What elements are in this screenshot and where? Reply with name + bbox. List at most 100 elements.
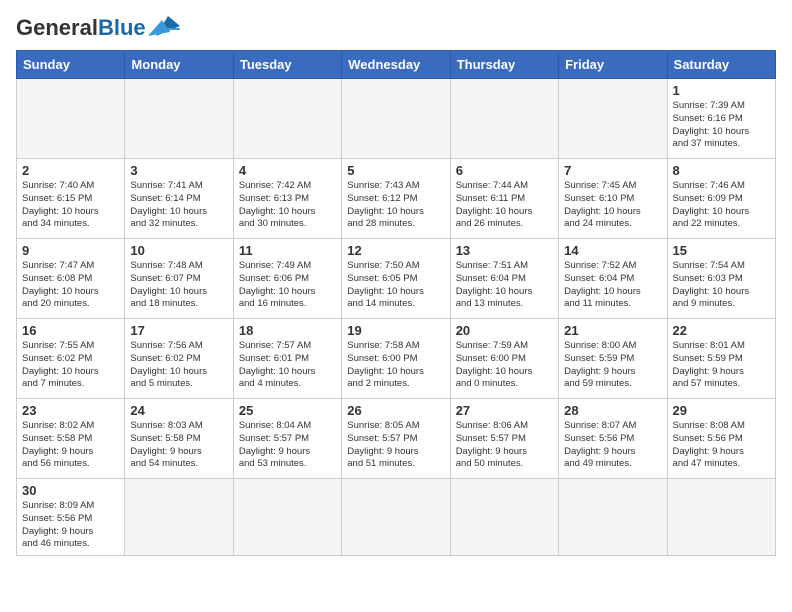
calendar-cell: 25 Sunrise: 8:04 AM Sunset: 5:57 PM Dayli… xyxy=(233,399,341,479)
day-number: 22 xyxy=(673,323,770,338)
calendar-row: 9 Sunrise: 7:47 AM Sunset: 6:08 PM Daylig… xyxy=(17,239,776,319)
logo-general: General xyxy=(16,15,98,40)
day-info: Sunrise: 7:57 AM Sunset: 6:01 PM Dayligh… xyxy=(239,340,336,391)
calendar-row: 30 Sunrise: 8:09 AM Sunset: 5:56 PM Dayli… xyxy=(17,479,776,556)
weekday-header-row: SundayMondayTuesdayWednesdayThursdayFrid… xyxy=(17,51,776,79)
weekday-header-tuesday: Tuesday xyxy=(233,51,341,79)
day-number: 6 xyxy=(456,163,553,178)
weekday-header-sunday: Sunday xyxy=(17,51,125,79)
day-number: 27 xyxy=(456,403,553,418)
day-info: Sunrise: 8:09 AM Sunset: 5:56 PM Dayligh… xyxy=(22,500,119,551)
day-number: 16 xyxy=(22,323,119,338)
calendar-cell: 22 Sunrise: 8:01 AM Sunset: 5:59 PM Dayli… xyxy=(667,319,775,399)
day-number: 2 xyxy=(22,163,119,178)
calendar-cell: 8Sunrise: 7:46 AM Sunset: 6:09 PM Daylig… xyxy=(667,159,775,239)
day-info: Sunrise: 7:56 AM Sunset: 6:02 PM Dayligh… xyxy=(130,340,227,391)
calendar-cell xyxy=(450,479,558,556)
calendar-cell: 19Sunrise: 7:58 AM Sunset: 6:00 PM Dayli… xyxy=(342,319,450,399)
calendar-cell: 9 Sunrise: 7:47 AM Sunset: 6:08 PM Daylig… xyxy=(17,239,125,319)
calendar-cell: 1Sunrise: 7:39 AM Sunset: 6:16 PM Daylig… xyxy=(667,79,775,159)
calendar-row: 16Sunrise: 7:55 AM Sunset: 6:02 PM Dayli… xyxy=(17,319,776,399)
calendar-row: 23 Sunrise: 8:02 AM Sunset: 5:58 PM Dayli… xyxy=(17,399,776,479)
calendar-cell: 16Sunrise: 7:55 AM Sunset: 6:02 PM Dayli… xyxy=(17,319,125,399)
calendar-cell: 4Sunrise: 7:42 AM Sunset: 6:13 PM Daylig… xyxy=(233,159,341,239)
logo: GeneralBlue xyxy=(16,16,184,40)
calendar-cell: 10 Sunrise: 7:48 AM Sunset: 6:07 PM Dayli… xyxy=(125,239,233,319)
calendar-cell xyxy=(342,479,450,556)
calendar-cell: 3Sunrise: 7:41 AM Sunset: 6:14 PM Daylig… xyxy=(125,159,233,239)
day-info: Sunrise: 7:43 AM Sunset: 6:12 PM Dayligh… xyxy=(347,180,444,231)
calendar-cell: 21 Sunrise: 8:00 AM Sunset: 5:59 PM Dayli… xyxy=(559,319,667,399)
calendar-cell xyxy=(233,479,341,556)
weekday-header-thursday: Thursday xyxy=(450,51,558,79)
calendar-cell xyxy=(559,79,667,159)
day-number: 19 xyxy=(347,323,444,338)
calendar-row: 1Sunrise: 7:39 AM Sunset: 6:16 PM Daylig… xyxy=(17,79,776,159)
calendar-cell: 27 Sunrise: 8:06 AM Sunset: 5:57 PM Dayli… xyxy=(450,399,558,479)
day-number: 30 xyxy=(22,483,119,498)
calendar-cell: 11 Sunrise: 7:49 AM Sunset: 6:06 PM Dayli… xyxy=(233,239,341,319)
calendar-cell xyxy=(125,479,233,556)
day-info: Sunrise: 7:50 AM Sunset: 6:05 PM Dayligh… xyxy=(347,260,444,311)
day-number: 20 xyxy=(456,323,553,338)
day-number: 14 xyxy=(564,243,661,258)
calendar-cell: 15Sunrise: 7:54 AM Sunset: 6:03 PM Dayli… xyxy=(667,239,775,319)
day-number: 5 xyxy=(347,163,444,178)
calendar-cell: 28Sunrise: 8:07 AM Sunset: 5:56 PM Dayli… xyxy=(559,399,667,479)
calendar-cell: 24 Sunrise: 8:03 AM Sunset: 5:58 PM Dayli… xyxy=(125,399,233,479)
calendar-cell: 17 Sunrise: 7:56 AM Sunset: 6:02 PM Dayli… xyxy=(125,319,233,399)
day-info: Sunrise: 8:01 AM Sunset: 5:59 PM Dayligh… xyxy=(673,340,770,391)
day-info: Sunrise: 7:47 AM Sunset: 6:08 PM Dayligh… xyxy=(22,260,119,311)
calendar-cell xyxy=(342,79,450,159)
calendar-cell: 12 Sunrise: 7:50 AM Sunset: 6:05 PM Dayli… xyxy=(342,239,450,319)
day-number: 18 xyxy=(239,323,336,338)
day-number: 12 xyxy=(347,243,444,258)
day-number: 17 xyxy=(130,323,227,338)
day-number: 23 xyxy=(22,403,119,418)
calendar-cell xyxy=(17,79,125,159)
day-info: Sunrise: 8:08 AM Sunset: 5:56 PM Dayligh… xyxy=(673,420,770,471)
weekday-header-wednesday: Wednesday xyxy=(342,51,450,79)
day-number: 8 xyxy=(673,163,770,178)
day-info: Sunrise: 8:06 AM Sunset: 5:57 PM Dayligh… xyxy=(456,420,553,471)
weekday-header-friday: Friday xyxy=(559,51,667,79)
day-info: Sunrise: 8:03 AM Sunset: 5:58 PM Dayligh… xyxy=(130,420,227,471)
day-number: 25 xyxy=(239,403,336,418)
day-info: Sunrise: 7:52 AM Sunset: 6:04 PM Dayligh… xyxy=(564,260,661,311)
day-info: Sunrise: 8:04 AM Sunset: 5:57 PM Dayligh… xyxy=(239,420,336,471)
day-number: 21 xyxy=(564,323,661,338)
day-info: Sunrise: 8:02 AM Sunset: 5:58 PM Dayligh… xyxy=(22,420,119,471)
logo-text: GeneralBlue xyxy=(16,17,146,39)
calendar-cell: 26Sunrise: 8:05 AM Sunset: 5:57 PM Dayli… xyxy=(342,399,450,479)
calendar-cell xyxy=(233,79,341,159)
calendar-cell: 13Sunrise: 7:51 AM Sunset: 6:04 PM Dayli… xyxy=(450,239,558,319)
day-number: 24 xyxy=(130,403,227,418)
day-number: 9 xyxy=(22,243,119,258)
calendar-cell xyxy=(450,79,558,159)
day-info: Sunrise: 7:54 AM Sunset: 6:03 PM Dayligh… xyxy=(673,260,770,311)
calendar-cell: 30 Sunrise: 8:09 AM Sunset: 5:56 PM Dayli… xyxy=(17,479,125,556)
day-number: 11 xyxy=(239,243,336,258)
calendar-row: 2 Sunrise: 7:40 AM Sunset: 6:15 PM Daylig… xyxy=(17,159,776,239)
calendar-cell: 18 Sunrise: 7:57 AM Sunset: 6:01 PM Dayli… xyxy=(233,319,341,399)
day-info: Sunrise: 7:59 AM Sunset: 6:00 PM Dayligh… xyxy=(456,340,553,391)
calendar-cell: 23 Sunrise: 8:02 AM Sunset: 5:58 PM Dayli… xyxy=(17,399,125,479)
calendar-cell xyxy=(667,479,775,556)
day-info: Sunrise: 8:00 AM Sunset: 5:59 PM Dayligh… xyxy=(564,340,661,391)
day-number: 4 xyxy=(239,163,336,178)
calendar-cell: 7Sunrise: 7:45 AM Sunset: 6:10 PM Daylig… xyxy=(559,159,667,239)
weekday-header-monday: Monday xyxy=(125,51,233,79)
day-info: Sunrise: 8:05 AM Sunset: 5:57 PM Dayligh… xyxy=(347,420,444,471)
calendar-cell: 14 Sunrise: 7:52 AM Sunset: 6:04 PM Dayli… xyxy=(559,239,667,319)
day-number: 10 xyxy=(130,243,227,258)
weekday-header-saturday: Saturday xyxy=(667,51,775,79)
day-info: Sunrise: 7:49 AM Sunset: 6:06 PM Dayligh… xyxy=(239,260,336,311)
day-number: 13 xyxy=(456,243,553,258)
calendar-cell: 5 Sunrise: 7:43 AM Sunset: 6:12 PM Daylig… xyxy=(342,159,450,239)
day-info: Sunrise: 8:07 AM Sunset: 5:56 PM Dayligh… xyxy=(564,420,661,471)
calendar-table: SundayMondayTuesdayWednesdayThursdayFrid… xyxy=(16,50,776,556)
day-info: Sunrise: 7:40 AM Sunset: 6:15 PM Dayligh… xyxy=(22,180,119,231)
page-header: GeneralBlue xyxy=(16,16,776,40)
day-info: Sunrise: 7:41 AM Sunset: 6:14 PM Dayligh… xyxy=(130,180,227,231)
day-info: Sunrise: 7:48 AM Sunset: 6:07 PM Dayligh… xyxy=(130,260,227,311)
